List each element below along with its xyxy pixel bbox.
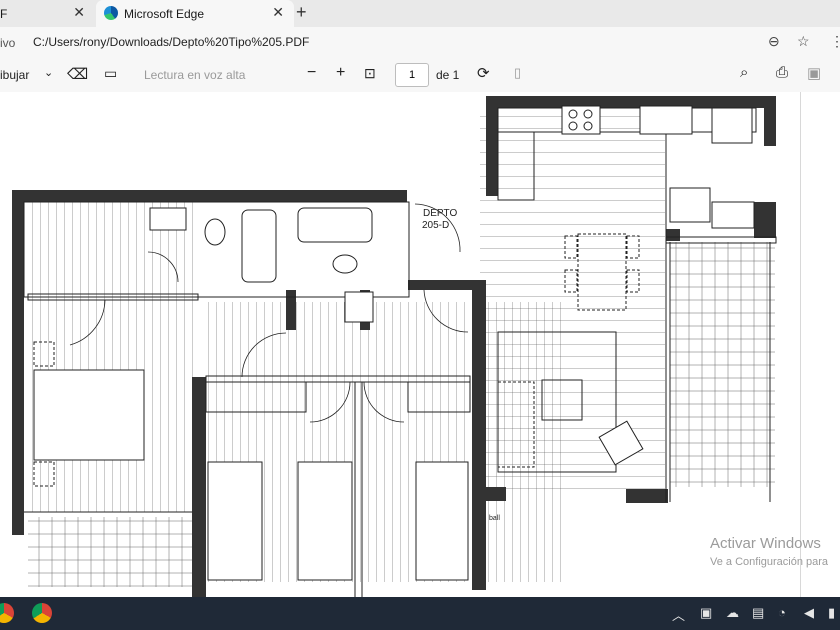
page-edge <box>800 92 801 597</box>
eraser-icon[interactable]: ⌫ <box>67 65 88 83</box>
tab-label: Microsoft Edge <box>124 7 205 21</box>
room-label: 205-D <box>422 220 449 231</box>
close-tab-icon[interactable]: ✕ <box>272 4 284 21</box>
rotate-icon[interactable]: ⟳ <box>477 64 490 82</box>
tab-strip: F ✕ Microsoft Edge ✕ + <box>0 0 840 27</box>
page-total: de 1 <box>436 68 460 82</box>
balcony-floor <box>28 517 193 587</box>
wall <box>286 290 296 330</box>
draw-button[interactable]: ibujar <box>0 68 29 82</box>
url-field[interactable]: C:/Users/rony/Downloads/Depto%20Tipo%205… <box>33 35 309 49</box>
chevron-down-icon[interactable]: ⌄ <box>44 66 53 79</box>
room-label: DEPTO <box>423 208 457 219</box>
tab-microsoft-edge[interactable]: Microsoft Edge ✕ <box>96 0 294 27</box>
zoom-icon[interactable]: ⊖ <box>768 33 780 50</box>
search-icon[interactable]: ⌕ <box>740 64 748 81</box>
pdf-toolbar: ibujar ⌄ ⌫ ▭ Lectura en voz alta − + ⊡ 1… <box>0 59 840 93</box>
volume-icon[interactable]: ◀ <box>804 605 814 621</box>
wall <box>754 202 776 238</box>
close-tab-icon[interactable]: ✕ <box>73 4 85 21</box>
address-bar: ivo C:/Users/rony/Downloads/Depto%20Tipo… <box>0 27 840 60</box>
plan-small-label: ball <box>489 515 500 522</box>
activate-windows-subtitle: Ve a Configuración para <box>710 556 829 568</box>
wall <box>486 487 506 501</box>
read-aloud-button[interactable]: Lectura en voz alta <box>144 68 245 82</box>
wall <box>666 229 680 241</box>
taskbar: ︿ ▣ ☁ ▤ ◔ ◀ ▮ <box>0 597 840 630</box>
text-icon[interactable]: ▭ <box>104 65 117 82</box>
save-icon[interactable]: ▣ <box>807 64 821 82</box>
terrace-floor <box>670 242 775 487</box>
wall <box>486 96 498 196</box>
wall <box>764 96 776 146</box>
pdf-viewer[interactable]: DEPTO 205-D ball <box>0 92 840 597</box>
chevron-up-icon[interactable]: ︿ <box>672 605 685 624</box>
device-icon[interactable]: ▣ <box>700 605 712 621</box>
print-icon[interactable]: ⎙ <box>776 64 788 81</box>
page-number-input[interactable]: 1 <box>395 63 429 87</box>
more-icon[interactable]: ⋮ <box>830 33 840 50</box>
zoom-in-icon[interactable]: + <box>336 64 345 82</box>
tab-pdf[interactable]: F ✕ <box>0 0 95 27</box>
battery-icon[interactable]: ▮ <box>828 605 835 621</box>
wall <box>408 280 476 290</box>
bedroom-floor <box>28 202 193 512</box>
display-icon[interactable]: ▤ <box>752 605 764 621</box>
two-page-icon[interactable]: ▯ <box>514 65 521 81</box>
tab-label: F <box>0 7 8 21</box>
favorite-star-icon[interactable]: ☆ <box>797 33 810 50</box>
floor-plan-drawing: DEPTO 205-D ball <box>12 96 777 597</box>
chrome-profile-icon[interactable] <box>32 603 52 623</box>
activate-windows-title: Activar Windows <box>710 535 821 552</box>
wall <box>472 280 486 590</box>
edge-icon <box>104 6 118 20</box>
file-indicator: ivo <box>0 36 16 50</box>
wifi-icon[interactable]: ◔ <box>778 605 786 620</box>
new-tab-button[interactable]: + <box>296 2 307 23</box>
cloud-icon[interactable]: ☁ <box>726 605 739 621</box>
wall <box>626 489 668 503</box>
chrome-icon[interactable] <box>0 603 14 623</box>
wall <box>192 377 206 597</box>
fit-page-icon[interactable]: ⊡ <box>364 65 376 82</box>
wall <box>12 190 407 202</box>
wall <box>486 96 776 108</box>
zoom-out-icon[interactable]: − <box>307 64 316 82</box>
wall <box>12 190 24 535</box>
